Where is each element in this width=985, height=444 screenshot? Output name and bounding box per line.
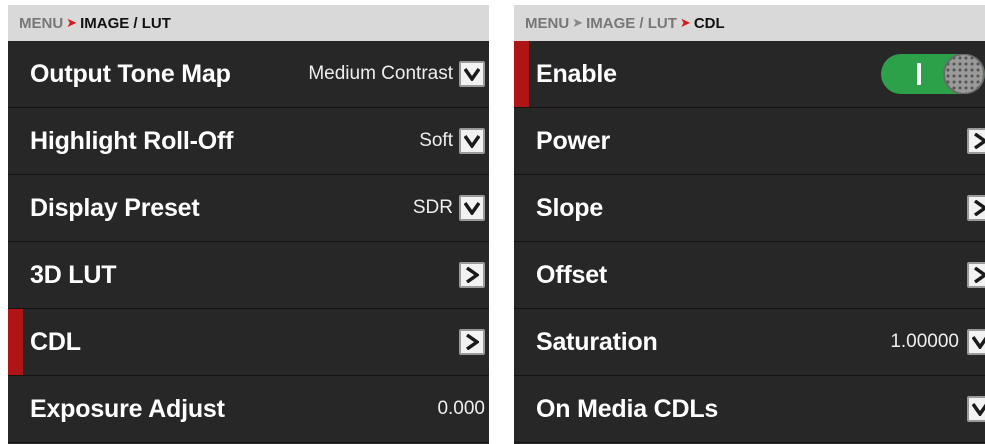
selection-indicator <box>8 309 23 375</box>
dropdown-chevron-icon[interactable] <box>459 128 485 154</box>
menu-item-highlight-roll-off[interactable]: Highlight Roll-Off Soft <box>8 108 489 175</box>
menu-item-label: Display Preset <box>30 193 200 222</box>
submenu-arrow-icon[interactable] <box>459 329 485 355</box>
menu-list: Enable Power Slope Offset Saturation 1.0… <box>514 41 985 443</box>
submenu-arrow-icon[interactable] <box>967 128 985 154</box>
breadcrumb-root[interactable]: MENU <box>19 15 63 32</box>
menu-item-label: Offset <box>536 260 608 289</box>
enable-toggle-switch[interactable] <box>881 54 985 94</box>
menu-item-value: Medium Contrast <box>308 63 453 84</box>
menu-item-on-media-cdls[interactable]: On Media CDLs <box>514 376 985 443</box>
menu-item-label: Slope <box>536 193 604 222</box>
breadcrumb-separator-icon: ➤ <box>66 15 78 30</box>
menu-item-label: Highlight Roll-Off <box>30 126 234 155</box>
menu-item-label: CDL <box>30 327 81 356</box>
cdl-menu-panel: MENU ➤ IMAGE / LUT ➤ CDL Enable Power Sl… <box>514 5 985 444</box>
dropdown-chevron-icon[interactable] <box>459 195 485 221</box>
menu-item-3d-lut[interactable]: 3D LUT <box>8 242 489 309</box>
toggle-knob <box>943 54 985 94</box>
breadcrumb: MENU ➤ IMAGE / LUT ➤ CDL <box>514 5 985 41</box>
dropdown-chevron-icon[interactable] <box>967 396 985 422</box>
menu-item-label: 3D LUT <box>30 260 117 289</box>
breadcrumb: MENU ➤ IMAGE / LUT <box>8 5 489 41</box>
submenu-arrow-icon[interactable] <box>967 262 985 288</box>
submenu-arrow-icon[interactable] <box>459 262 485 288</box>
menu-item-offset[interactable]: Offset <box>514 242 985 309</box>
menu-item-saturation[interactable]: Saturation 1.00000 <box>514 309 985 376</box>
menu-item-label: Power <box>536 126 611 155</box>
menu-item-power[interactable]: Power <box>514 108 985 175</box>
menu-item-cdl[interactable]: CDL <box>8 309 489 376</box>
menu-item-enable[interactable]: Enable <box>514 41 985 108</box>
menu-item-label: Enable <box>536 59 617 88</box>
toggle-on-indicator-icon <box>917 63 921 85</box>
menu-item-label: Saturation <box>536 327 658 356</box>
menu-list: Output Tone Map Medium Contrast Highligh… <box>8 41 489 443</box>
breadcrumb-root[interactable]: MENU <box>525 15 569 32</box>
menu-item-output-tone-map[interactable]: Output Tone Map Medium Contrast <box>8 41 489 108</box>
image-lut-menu-panel: MENU ➤ IMAGE / LUT Output Tone Map Mediu… <box>8 5 489 444</box>
menu-item-value: 1.00000 <box>890 331 959 352</box>
breadcrumb-current: CDL <box>693 14 725 32</box>
breadcrumb-separator-icon: ➤ <box>572 15 584 30</box>
menu-item-label: On Media CDLs <box>536 394 719 423</box>
menu-item-display-preset[interactable]: Display Preset SDR <box>8 175 489 242</box>
menu-item-label: Exposure Adjust <box>30 394 225 423</box>
dropdown-chevron-icon[interactable] <box>459 61 485 87</box>
dropdown-chevron-icon[interactable] <box>967 329 985 355</box>
menu-item-label: Output Tone Map <box>30 59 231 88</box>
breadcrumb-middle[interactable]: IMAGE / LUT <box>586 15 677 32</box>
breadcrumb-separator-icon: ➤ <box>679 15 691 30</box>
selection-indicator <box>514 41 529 107</box>
menu-item-slope[interactable]: Slope <box>514 175 985 242</box>
breadcrumb-current: IMAGE / LUT <box>80 14 171 32</box>
menu-item-value: 0.000 <box>437 398 485 419</box>
submenu-arrow-icon[interactable] <box>967 195 985 221</box>
menu-item-value: SDR <box>412 197 453 218</box>
menu-item-value: Soft <box>419 130 453 151</box>
menu-item-exposure-adjust[interactable]: Exposure Adjust 0.000 <box>8 376 489 443</box>
